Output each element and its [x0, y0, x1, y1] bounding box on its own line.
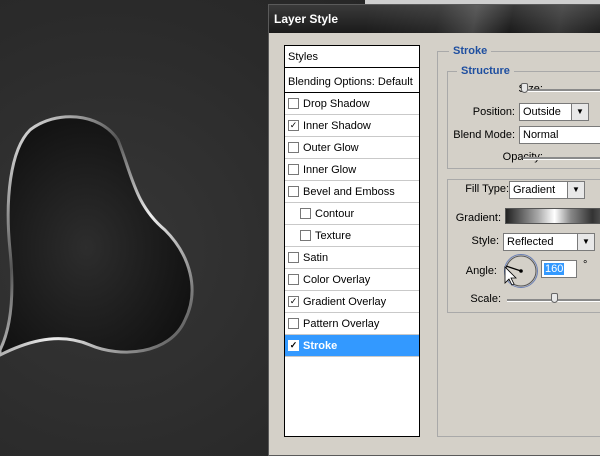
style-item-stroke[interactable]: ✓ Stroke: [285, 335, 419, 357]
scale-slider-thumb[interactable]: [551, 293, 558, 303]
style-item-label: Inner Shadow: [303, 120, 371, 132]
position-value: Outside: [523, 106, 561, 118]
style-item-label: Satin: [303, 252, 329, 264]
gradient-overlay-checkbox[interactable]: ✓: [288, 295, 299, 307]
outer-glow-checkbox[interactable]: [288, 141, 299, 153]
style-item-color-overlay[interactable]: Color Overlay: [285, 269, 419, 291]
style-item-label: Outer Glow: [303, 142, 359, 154]
style-select[interactable]: Reflected ▼: [503, 233, 595, 251]
style-item-label: Drop Shadow: [303, 98, 370, 110]
style-item-inner-glow[interactable]: Inner Glow: [285, 159, 419, 181]
blend-mode-label: Blend Mode:: [453, 129, 515, 141]
fill-type-value: Gradient: [513, 184, 556, 196]
dialog-title: Layer Style: [274, 12, 339, 26]
gradient-label: Gradient:: [455, 212, 501, 224]
degree-symbol: °: [583, 259, 588, 271]
size-slider-thumb[interactable]: [521, 83, 528, 93]
style-item-drop-shadow[interactable]: Drop Shadow: [285, 93, 419, 115]
blend-mode-select[interactable]: Normal: [519, 126, 600, 144]
styles-panel: Styles Blending Options: Default Drop Sh…: [284, 45, 420, 437]
rounded-shape: [0, 115, 194, 357]
style-item-satin[interactable]: Satin: [285, 247, 419, 269]
styles-header[interactable]: Styles: [285, 46, 419, 68]
angle-dial[interactable]: [503, 253, 543, 289]
angle-value: 160: [544, 263, 565, 275]
style-item-label: Color Overlay: [303, 274, 371, 286]
gradient-preview[interactable]: [505, 208, 600, 224]
size-slider-track[interactable]: [523, 89, 600, 92]
style-item-bevel-emboss[interactable]: Bevel and Emboss: [285, 181, 419, 203]
chevron-down-icon[interactable]: ▼: [571, 104, 588, 120]
angle-input[interactable]: 160: [541, 260, 577, 278]
fill-type-label: Fill Type:: [465, 183, 509, 195]
layer-style-dialog[interactable]: Layer Style Styles Blending Options: Def…: [268, 4, 600, 456]
contour-checkbox[interactable]: [300, 207, 311, 219]
style-item-label: Stroke: [303, 340, 338, 352]
style-item-gradient-overlay[interactable]: ✓ Gradient Overlay: [285, 291, 419, 313]
canvas-artwork: [0, 115, 194, 357]
style-item-inner-shadow[interactable]: ✓ Inner Shadow: [285, 115, 419, 137]
style-item-pattern-overlay[interactable]: Pattern Overlay: [285, 313, 419, 335]
inner-glow-checkbox[interactable]: [288, 163, 299, 175]
position-select[interactable]: Outside ▼: [519, 103, 589, 121]
bevel-emboss-checkbox[interactable]: [288, 185, 299, 197]
opacity-slider-track[interactable]: [523, 157, 600, 160]
style-item-label: Texture: [315, 230, 352, 242]
style-item-label: Contour: [315, 208, 355, 220]
inner-shadow-checkbox[interactable]: ✓: [288, 119, 299, 131]
position-label: Position:: [472, 106, 515, 118]
texture-checkbox[interactable]: [300, 229, 311, 241]
chevron-down-icon[interactable]: ▼: [577, 234, 594, 250]
satin-checkbox[interactable]: [288, 251, 299, 263]
stroke-settings: Stroke Structure Size: Position: Outside…: [437, 45, 600, 437]
style-item-label: Gradient Overlay: [303, 296, 387, 308]
drop-shadow-checkbox[interactable]: [288, 97, 299, 109]
stroke-checkbox[interactable]: ✓: [288, 339, 299, 351]
blending-options-item[interactable]: Blending Options: Default: [285, 71, 419, 93]
titlebar-shine: [367, 5, 600, 33]
style-item-texture[interactable]: Texture: [285, 225, 419, 247]
style-value: Reflected: [507, 236, 554, 248]
fill-type-select[interactable]: Gradient ▼: [509, 181, 585, 199]
pattern-overlay-checkbox[interactable]: [288, 317, 299, 329]
chevron-down-icon[interactable]: ▼: [567, 182, 584, 198]
structure-title: Structure: [457, 65, 514, 77]
blend-mode-value: Normal: [523, 129, 559, 141]
style-label: Style:: [471, 235, 499, 247]
color-overlay-checkbox[interactable]: [288, 273, 299, 285]
style-item-label: Pattern Overlay: [303, 318, 380, 330]
angle-label: Angle:: [465, 265, 497, 277]
style-item-contour[interactable]: Contour: [285, 203, 419, 225]
style-item-label: Inner Glow: [303, 164, 357, 176]
dialog-titlebar[interactable]: Layer Style: [269, 5, 600, 33]
style-item-outer-glow[interactable]: Outer Glow: [285, 137, 419, 159]
stroke-title: Stroke: [449, 45, 492, 57]
style-item-label: Bevel and Emboss: [303, 186, 395, 198]
scale-label: Scale:: [470, 293, 501, 305]
